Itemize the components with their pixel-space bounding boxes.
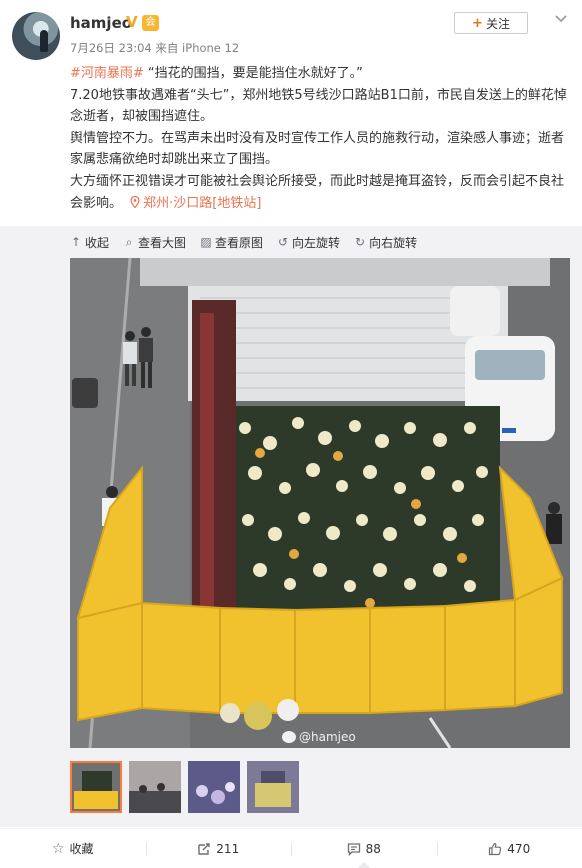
repost-count: 211: [216, 841, 240, 856]
post-line-1: #河南暴雨# “挡花的围挡，要是能挡住水就好了。”: [70, 63, 570, 85]
thumbnail-crowd-icon: [129, 761, 181, 813]
action-bar: ☆ 收藏 211 88 470: [0, 828, 582, 868]
like-count: 470: [507, 841, 531, 856]
post-meta: 7月26日 23:04 来自 iPhone 12: [70, 40, 239, 56]
arrow-up-icon: ↑: [70, 235, 82, 249]
weibo-logo-icon: [282, 731, 296, 743]
location-pin-icon: [130, 195, 140, 208]
view-original-label: 查看原图: [215, 235, 264, 250]
location-label: 郑州·沙口路[地铁站]: [143, 195, 262, 211]
post-line-2: 7.20地铁事故遇难者“头七”，郑州地铁5号线沙口路站B1口前，市民自发送上的鲜…: [70, 87, 567, 125]
view-large-button[interactable]: ⌕ 查看大图: [123, 234, 186, 251]
username[interactable]: hamjeo: [70, 14, 132, 32]
hashtag-link[interactable]: #河南暴雨#: [70, 66, 144, 81]
comment-count: 88: [365, 841, 381, 856]
comment-button[interactable]: 88: [291, 829, 437, 868]
photo-watermark: @hamjeo: [282, 730, 356, 744]
post-photo[interactable]: [70, 258, 570, 748]
thumbnail-barrier-flowers-icon: [70, 761, 122, 813]
collapse-label: 收起: [85, 235, 110, 250]
collapse-button[interactable]: ↑ 收起: [70, 234, 109, 251]
thumbnail-flowers-night-icon: [188, 761, 240, 813]
memorial-scene-illustration: [70, 258, 570, 748]
member-badge-icon: 会: [142, 15, 159, 31]
verified-badge-icon: V: [126, 13, 138, 31]
plus-icon: +: [472, 15, 483, 31]
favorite-button[interactable]: ☆ 收藏: [0, 829, 146, 868]
location-link[interactable]: 郑州·沙口路[地铁站]: [126, 195, 262, 211]
view-large-label: 查看大图: [138, 235, 187, 250]
thumbnail-2[interactable]: [129, 761, 181, 813]
weibo-post: hamjeo V 会 7月26日 23:04 来自 iPhone 12 + 关注…: [0, 0, 582, 868]
star-icon: ☆: [51, 840, 65, 857]
rotate-right-button[interactable]: ↻ 向右旋转: [354, 234, 417, 251]
thumbnail-strip: [70, 761, 299, 813]
media-toolbar: ↑ 收起 ⌕ 查看大图 ▨ 查看原图 ↺ 向左旋转 ↻ 向右旋转: [70, 232, 417, 252]
rotate-right-icon: ↻: [355, 235, 366, 249]
repost-button[interactable]: 211: [145, 829, 292, 868]
share-icon: [198, 842, 210, 855]
thumbnail-4[interactable]: [247, 761, 299, 813]
post-line-4: 大方缅怀正视错误才可能被社会舆论所接受，而此时越是掩耳盗铃，反而会引起不良社会影…: [70, 171, 570, 214]
image-icon: ▨: [200, 235, 212, 249]
rotate-right-label: 向右旋转: [369, 235, 418, 250]
favorite-label: 收藏: [69, 842, 94, 856]
watermark-text: @hamjeo: [299, 730, 356, 744]
rotate-left-button[interactable]: ↺ 向左旋转: [277, 234, 340, 251]
post-quote: “挡花的围挡，要是能挡住水就好了。”: [143, 66, 363, 81]
thumbnail-memorial-icon: [247, 761, 299, 813]
follow-button[interactable]: + 关注: [454, 12, 528, 34]
rotate-left-label: 向左旋转: [292, 235, 341, 250]
magnifier-icon: ⌕: [125, 234, 133, 249]
post-text: #河南暴雨# “挡花的围挡，要是能挡住水就好了。” 7.20地铁事故遇难者“头七…: [70, 63, 570, 214]
thumbnail-3[interactable]: [188, 761, 240, 813]
rotate-left-icon: ↺: [278, 235, 289, 249]
comment-icon: [347, 842, 360, 856]
user-avatar[interactable]: [12, 12, 60, 60]
post-line-3: 舆情管控不力。在骂声未出时没有及时宣传工作人员的施救行动，渲染感人事迹；逝者家属…: [70, 130, 565, 168]
post-date[interactable]: 7月26日 23:04: [70, 41, 152, 55]
follow-label: 关注: [485, 16, 510, 31]
post-source: 来自 iPhone 12: [155, 41, 240, 55]
like-button[interactable]: 470: [436, 829, 582, 868]
thumbs-up-icon: [489, 842, 502, 855]
chevron-down-icon[interactable]: [554, 12, 568, 26]
view-original-button[interactable]: ▨ 查看原图: [200, 234, 263, 251]
thumbnail-1[interactable]: [70, 761, 122, 813]
